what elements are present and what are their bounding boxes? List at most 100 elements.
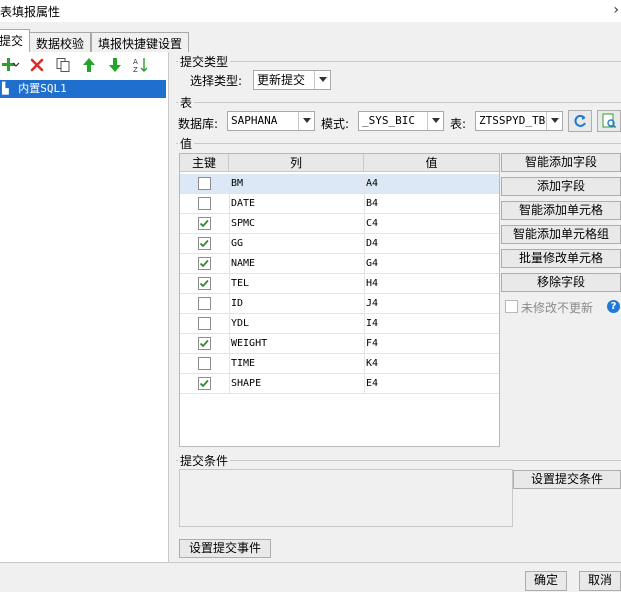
tab-shortcut-settings[interactable]: 填报快捷键设置 (91, 32, 190, 52)
tree-item-label: 内置SQL1 (18, 82, 67, 95)
primary-key-checkbox[interactable] (198, 337, 211, 350)
primary-key-checkbox[interactable] (198, 297, 211, 310)
table-row[interactable]: WEIGHT F4 (180, 334, 499, 354)
smart-add-field-button[interactable]: 智能添加字段 (501, 153, 621, 172)
primary-key-checkbox[interactable] (198, 357, 211, 370)
column-cell[interactable]: SHAPE (231, 374, 261, 394)
column-cell[interactable]: YDL (231, 314, 249, 334)
move-up-icon[interactable] (80, 56, 98, 74)
chevron-down-icon[interactable] (427, 112, 443, 130)
column-cell[interactable]: SPMC (231, 214, 255, 234)
condition-group (176, 460, 621, 461)
value-cell[interactable]: J4 (366, 294, 378, 314)
database-value: SAPHANA (231, 114, 278, 127)
value-cell[interactable]: G4 (366, 254, 378, 274)
chevron-down-icon[interactable] (546, 112, 562, 130)
preview-button[interactable] (597, 110, 621, 132)
value-cell[interactable]: D4 (366, 234, 378, 254)
column-divider (229, 194, 230, 213)
table-row[interactable]: YDL I4 (180, 314, 499, 334)
column-cell[interactable]: DATE (231, 194, 255, 214)
column-cell[interactable]: GG (231, 234, 243, 254)
value-cell[interactable]: B4 (366, 194, 378, 214)
column-cell[interactable]: BM (231, 174, 243, 194)
primary-key-checkbox[interactable] (198, 237, 211, 250)
column-divider (364, 174, 365, 193)
column-cell[interactable]: TEL (231, 274, 249, 294)
help-icon[interactable]: ? (607, 300, 620, 313)
schema-label: 模式: (321, 117, 350, 131)
add-field-button[interactable]: 添加字段 (501, 177, 621, 196)
table-row[interactable]: TEL H4 (180, 274, 499, 294)
table-select[interactable]: ZTSSPYD_TB (475, 111, 563, 131)
cancel-button[interactable]: 取消 (579, 571, 621, 591)
column-divider (364, 314, 365, 333)
set-condition-button[interactable]: 设置提交条件 (513, 470, 621, 489)
table-group (176, 102, 621, 103)
submit-type-select[interactable]: 更新提交 (253, 70, 331, 90)
tab-data-validation[interactable]: 数据校验 (29, 32, 92, 52)
set-submit-event-button[interactable]: 设置提交事件 (179, 539, 271, 558)
value-cell[interactable]: A4 (366, 174, 378, 194)
checkmark-icon (199, 239, 209, 248)
refresh-button[interactable] (568, 110, 592, 132)
chevron-down-icon[interactable] (314, 71, 330, 89)
column-cell[interactable]: NAME (231, 254, 255, 274)
database-select[interactable]: SAPHANA (227, 111, 315, 131)
primary-key-checkbox[interactable] (198, 277, 211, 290)
column-divider (364, 354, 365, 373)
condition-legend: 提交条件 (178, 452, 231, 469)
table-row[interactable]: TIME K4 (180, 354, 499, 374)
ok-button[interactable]: 确定 (525, 571, 567, 591)
batch-modify-cell-button[interactable]: 批量修改单元格 (501, 249, 621, 268)
table-row[interactable]: SHAPE E4 (180, 374, 499, 394)
tree-item-builtin-sql[interactable]: ▙ 内置SQL1 (0, 80, 166, 98)
dropdown-arrow-icon[interactable] (12, 56, 20, 74)
value-cell[interactable]: C4 (366, 214, 378, 234)
schema-value: _SYS_BIC (362, 114, 415, 127)
primary-key-checkbox[interactable] (198, 197, 211, 210)
chevron-right-icon[interactable]: › (613, 2, 619, 18)
column-divider (364, 374, 365, 393)
table-row[interactable]: BM A4 (180, 174, 499, 194)
value-cell[interactable]: I4 (366, 314, 378, 334)
value-cell[interactable]: E4 (366, 374, 378, 394)
smart-add-cell-group-button[interactable]: 智能添加单元格组 (501, 225, 621, 244)
column-divider (229, 314, 230, 333)
schema-select[interactable]: _SYS_BIC (358, 111, 444, 131)
value-cell[interactable]: F4 (366, 334, 378, 354)
move-down-icon[interactable] (106, 56, 124, 74)
copy-icon[interactable] (54, 56, 72, 74)
remove-field-button[interactable]: 移除字段 (501, 273, 621, 292)
primary-key-checkbox[interactable] (198, 177, 211, 190)
table-row[interactable]: DATE B4 (180, 194, 499, 214)
svg-text:A: A (133, 58, 138, 66)
no-update-checkbox[interactable] (505, 300, 518, 313)
column-cell[interactable]: WEIGHT (231, 334, 267, 354)
table-row[interactable]: SPMC C4 (180, 214, 499, 234)
primary-key-checkbox[interactable] (198, 317, 211, 330)
tab-submit[interactable]: 提交 (0, 29, 31, 53)
column-cell[interactable]: ID (231, 294, 243, 314)
primary-key-checkbox[interactable] (198, 257, 211, 270)
table-row[interactable]: GG D4 (180, 234, 499, 254)
sort-icon[interactable]: AZ (132, 56, 150, 74)
submit-type-label: 选择类型: (190, 74, 243, 88)
primary-key-checkbox[interactable] (198, 377, 211, 390)
delete-icon[interactable] (28, 56, 46, 74)
column-divider (364, 214, 365, 233)
table-row[interactable]: ID J4 (180, 294, 499, 314)
column-cell[interactable]: TIME (231, 354, 255, 374)
value-cell[interactable]: K4 (366, 354, 378, 374)
value-cell[interactable]: H4 (366, 274, 378, 294)
header-column[interactable]: 列 (229, 154, 364, 172)
column-divider (364, 234, 365, 253)
header-value[interactable]: 值 (364, 154, 499, 172)
checkmark-icon (199, 339, 209, 348)
primary-key-checkbox[interactable] (198, 217, 211, 230)
header-primary-key[interactable]: 主键 (180, 154, 229, 172)
smart-add-cell-button[interactable]: 智能添加单元格 (501, 201, 621, 220)
table-row[interactable]: NAME G4 (180, 254, 499, 274)
svg-text:Z: Z (133, 66, 138, 74)
chevron-down-icon[interactable] (298, 112, 314, 130)
